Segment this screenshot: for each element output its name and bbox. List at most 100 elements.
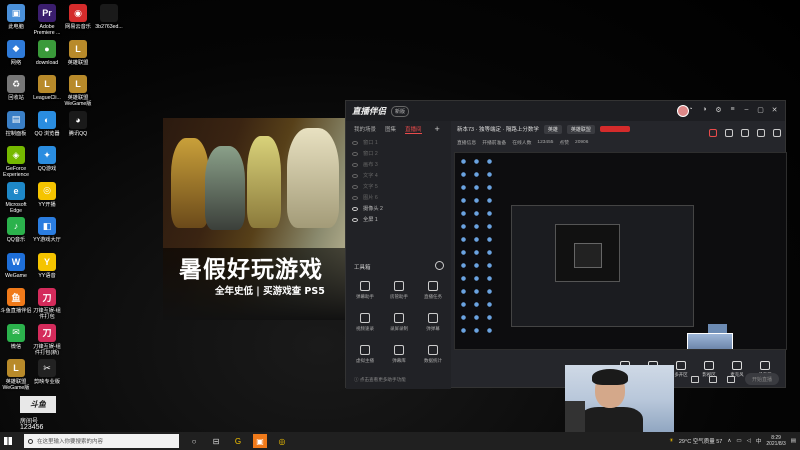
toolbox-item[interactable]: 直播任务 (416, 281, 450, 300)
toolbox-item[interactable]: 弹幕助手 (348, 281, 382, 300)
bell-icon[interactable] (757, 129, 765, 137)
tab-gallery[interactable]: 图集 (385, 125, 396, 133)
toolbox-item[interactable]: 房管助手 (382, 281, 416, 300)
toolbox-footer-hint[interactable]: ⓘ 点击查看更多助手功能 (354, 377, 406, 383)
add-scene-button[interactable]: + (435, 124, 440, 134)
bottom-control-icon (676, 361, 686, 370)
desktop-icon-label: QQ游戏 (37, 166, 57, 172)
eye-icon[interactable] (352, 173, 358, 178)
desktop-icon-label: YY语音 (38, 272, 56, 279)
ime-icon[interactable]: 中 (756, 437, 762, 445)
stream-title[interactable]: 新本73 · 独等端定 · 隔路上分数学 (457, 125, 539, 133)
toolbox-item[interactable]: 录屏录制 (382, 313, 416, 332)
desktop-icon[interactable]: ✦ QQ游戏 (27, 146, 67, 172)
scene-source-item[interactable]: 摄像头 2 (346, 203, 451, 214)
scene-source-item[interactable]: 文字 4 (346, 170, 451, 181)
tray-chevron-icon[interactable]: ∧ (727, 438, 731, 444)
toolbox-item[interactable]: 弹弹幕 (416, 313, 450, 332)
gift-icon[interactable] (709, 129, 717, 137)
scene-source-item[interactable]: 全屏 1 (346, 214, 451, 225)
volume-icon[interactable]: ◁ (747, 438, 751, 444)
weather-text[interactable]: 29°C 空气质量 57 (679, 437, 722, 445)
maximize-icon[interactable]: ▢ (756, 105, 765, 114)
toolbox-item-icon (428, 313, 438, 323)
red-status-pill[interactable] (599, 126, 630, 132)
stream-preview[interactable] (454, 152, 787, 350)
eye-icon[interactable] (352, 151, 358, 156)
clock-date: 2021/8/3 (766, 441, 786, 447)
desktop-icon[interactable]: L 英雄联盟 (58, 39, 98, 66)
scene-source-item[interactable]: 画布 3 (346, 159, 451, 170)
minimize-icon[interactable]: – (742, 105, 751, 114)
toolbox-item[interactable]: 数据统计 (416, 345, 450, 364)
notification-icon[interactable]: ▤ (791, 438, 796, 444)
gear-icon[interactable] (727, 375, 735, 383)
taskbar-app-task-view[interactable]: ⊟ (209, 434, 223, 448)
settings-icon[interactable]: ⚙ (714, 105, 723, 114)
start-button[interactable] (0, 432, 16, 450)
banner-character-robot (171, 138, 209, 228)
scene-source-item[interactable]: 文字 5 (346, 181, 451, 192)
toolbox-item-label: 弹弹幕 (426, 326, 440, 331)
taskbar-app-yy[interactable]: ◎ (275, 434, 289, 448)
desktop-icon[interactable]: ◧ YY游戏大厅 (27, 217, 67, 243)
bottom-control-button[interactable]: 多开区 (672, 361, 690, 378)
taskbar-search[interactable]: 在这里输入你要搜索的内容 (24, 434, 179, 448)
message-icon[interactable]: ◔ (686, 105, 695, 114)
app-main-panel: 新本73 · 独等端定 · 隔路上分数学 英雄 英雄联盟 直播信息 开播前准备 … (451, 121, 787, 389)
network-icon[interactable]: ▭ (736, 438, 741, 444)
toolbox-item[interactable]: 视频速录 (348, 313, 382, 332)
eye-icon[interactable] (352, 217, 358, 222)
record-icon[interactable] (691, 375, 699, 383)
eye-icon[interactable] (352, 206, 358, 211)
desktop-icon[interactable]: L 英雄联盟 WeGame版 (58, 75, 98, 107)
app-logo: 直播伴侣 (352, 106, 387, 116)
taskbar-app-douyu[interactable]: ▣ (253, 434, 267, 448)
share-icon[interactable] (725, 129, 733, 137)
scene-source-item[interactable]: 图片 6 (346, 192, 451, 203)
eye-icon[interactable] (352, 195, 358, 200)
toolbox-item[interactable]: 弹幕库 (382, 345, 416, 364)
toolbox-item[interactable]: 虚拟主播 (348, 345, 382, 364)
taskbar-app-wegame[interactable]: G (231, 434, 245, 448)
desktop-icon-image: 鱼 (7, 288, 25, 306)
preview-nested-window-3 (574, 243, 602, 268)
version-badge[interactable]: 新版 (391, 105, 410, 117)
desktop-icon-image: Y (38, 252, 56, 271)
category-pill[interactable]: 英雄 (543, 124, 562, 134)
douyu-watermark-logo: 斗鱼 (20, 396, 56, 413)
start-live-button[interactable]: 开始直播 (745, 373, 779, 385)
tab-live-room[interactable]: 直播间 (405, 125, 422, 134)
desktop-icon[interactable]: 3b2763ed... (89, 4, 129, 30)
lock-icon[interactable] (741, 129, 749, 137)
desktop-icon[interactable]: ✂ 剪映专业版 (27, 359, 67, 385)
desktop-icon[interactable]: ◕ 腾讯QQ (58, 110, 98, 137)
game-tag-pill[interactable]: 英雄联盟 (566, 124, 595, 134)
scene-source-item[interactable]: 窗口 1 (346, 137, 451, 148)
toolbox-item-icon (394, 345, 404, 355)
desktop-icon[interactable]: 刀刀锋互娱-组 件打包(新) (27, 323, 67, 356)
stats-live-info[interactable]: 直播信息 (457, 139, 476, 146)
stats-prep[interactable]: 开播前准备 (482, 139, 506, 146)
preview-desktop-icons (457, 155, 497, 335)
layout-icon[interactable] (709, 375, 717, 383)
desktop-icon[interactable]: ◎ YY开播 (27, 181, 67, 208)
bottom-control-label: 多开区 (674, 372, 688, 377)
eye-icon[interactable] (352, 162, 358, 167)
tab-my-scenes[interactable]: 我的场景 (354, 125, 376, 133)
desktop-icon[interactable]: 刀刀锋互娱-组 件打包 (27, 288, 67, 320)
menu-icon[interactable]: ≡ (728, 105, 737, 114)
close-icon[interactable]: ✕ (770, 105, 779, 114)
eye-icon[interactable] (352, 140, 358, 145)
desktop-icon-image: L (7, 359, 25, 377)
task-view-icon[interactable]: ○ (187, 434, 201, 448)
toolbox-settings-icon[interactable] (435, 261, 444, 270)
clock[interactable]: 8:29 2021/8/3 (766, 435, 785, 447)
game-banner[interactable]: 暑假好玩游戏 全年史低 | 买游戏查 PS5 (163, 118, 353, 320)
expand-icon[interactable] (773, 129, 781, 137)
eye-icon[interactable] (352, 184, 358, 189)
skin-icon[interactable]: ◑ (700, 105, 709, 114)
desktop-icon[interactable]: Y YY语音 (27, 252, 67, 279)
bottom-control-icon (760, 361, 770, 370)
scene-source-item[interactable]: 窗口 2 (346, 148, 451, 159)
